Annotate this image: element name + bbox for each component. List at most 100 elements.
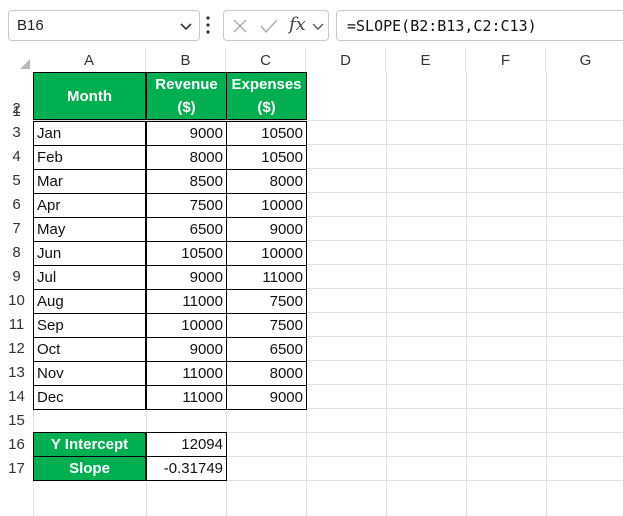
month-cell-value: Jul — [37, 269, 57, 286]
chevron-down-icon[interactable] — [179, 19, 193, 33]
slope-value: -0.31749 — [163, 460, 223, 477]
expenses-cell[interactable]: 10000 — [226, 241, 307, 266]
month-cell[interactable]: Jul — [33, 265, 146, 290]
month-cell[interactable]: Nov — [33, 361, 146, 386]
row-header-3[interactable]: 3 — [0, 120, 33, 144]
intercept-label-cell[interactable]: Y Intercept — [33, 432, 146, 457]
column-header-e[interactable]: E — [386, 48, 466, 72]
expenses-cell-value: 10000 — [261, 245, 303, 262]
column-header-g[interactable]: G — [546, 48, 623, 72]
row-header-6[interactable]: 6 — [0, 192, 33, 216]
row-header-2[interactable]: 2 — [0, 96, 33, 120]
expenses-cell-value: 7500 — [269, 293, 303, 310]
row-header-13[interactable]: 13 — [0, 360, 33, 384]
row-header-8[interactable]: 8 — [0, 240, 33, 264]
column-header-d[interactable]: D — [306, 48, 386, 72]
row-header-16[interactable]: 16 — [0, 432, 33, 456]
revenue-cell[interactable]: 11000 — [146, 361, 227, 386]
intercept-value-cell[interactable]: 12094 — [146, 432, 227, 457]
header-expenses[interactable]: Expenses ($) — [226, 72, 307, 120]
month-cell[interactable]: Mar — [33, 169, 146, 194]
column-header-b[interactable]: B — [146, 48, 226, 72]
expenses-cell[interactable]: 9000 — [226, 385, 307, 410]
header-month-label: Month — [67, 87, 112, 105]
row-header-11[interactable]: 11 — [0, 312, 33, 336]
expenses-cell[interactable]: 9000 — [226, 217, 307, 242]
month-cell[interactable]: Dec — [33, 385, 146, 410]
row-header-4[interactable]: 4 — [0, 144, 33, 168]
expenses-cell-value: 10000 — [261, 197, 303, 214]
revenue-cell[interactable]: 11000 — [146, 289, 227, 314]
revenue-cell[interactable]: 11000 — [146, 385, 227, 410]
month-cell[interactable]: Oct — [33, 337, 146, 362]
expenses-cell-value: 10500 — [261, 125, 303, 142]
month-cell[interactable]: Jan — [33, 121, 146, 146]
expenses-cell[interactable]: 11000 — [226, 265, 307, 290]
more-options-icon[interactable] — [205, 14, 211, 36]
slope-label-cell[interactable]: Slope — [33, 456, 146, 481]
cancel-icon[interactable] — [232, 18, 248, 34]
revenue-cell[interactable]: 6500 — [146, 217, 227, 242]
month-cell[interactable]: Jun — [33, 241, 146, 266]
gridline — [466, 72, 467, 516]
month-cell-value: Feb — [37, 149, 63, 166]
revenue-cell[interactable]: 7500 — [146, 193, 227, 218]
month-cell-value: Mar — [37, 173, 63, 190]
slope-label: Slope — [69, 460, 110, 477]
row-header-7[interactable]: 7 — [0, 216, 33, 240]
column-header-c[interactable]: C — [226, 48, 306, 72]
month-cell[interactable]: Apr — [33, 193, 146, 218]
revenue-cell[interactable]: 10000 — [146, 313, 227, 338]
expenses-cell[interactable]: 8000 — [226, 169, 307, 194]
header-expenses-line2: ($) — [257, 99, 276, 116]
check-icon[interactable] — [260, 18, 278, 34]
formula-input[interactable]: =SLOPE(B2:B13,C2:C13) — [336, 10, 623, 41]
revenue-cell[interactable]: 8500 — [146, 169, 227, 194]
row-header-15[interactable]: 15 — [0, 408, 33, 432]
row-header-14[interactable]: 14 — [0, 384, 33, 408]
expenses-cell-value: 7500 — [269, 317, 303, 334]
insert-function-icon[interactable]: fx — [289, 14, 306, 35]
expenses-cell-value: 6500 — [269, 341, 303, 358]
month-cell-value: Jun — [37, 245, 62, 262]
column-header-a[interactable]: A — [33, 48, 146, 72]
expenses-cell-value: 8000 — [269, 173, 303, 190]
row-header-17[interactable]: 17 — [0, 456, 33, 480]
chevron-down-icon[interactable] — [312, 20, 324, 32]
expenses-cell[interactable]: 8000 — [226, 361, 307, 386]
expenses-cell[interactable]: 10000 — [226, 193, 307, 218]
row-header-10[interactable]: 10 — [0, 288, 33, 312]
revenue-cell[interactable]: 9000 — [146, 337, 227, 362]
slope-value-cell[interactable]: -0.31749 — [146, 456, 227, 481]
month-cell-value: Oct — [37, 341, 61, 358]
header-revenue[interactable]: Revenue ($) — [146, 72, 227, 120]
expenses-cell[interactable]: 10500 — [226, 145, 307, 170]
header-revenue-line2: ($) — [177, 99, 196, 116]
month-cell-value: Apr — [37, 197, 61, 214]
month-cell[interactable]: May — [33, 217, 146, 242]
month-cell[interactable]: Aug — [33, 289, 146, 314]
name-box[interactable]: B16 — [8, 10, 200, 41]
expenses-cell-value: 8000 — [269, 365, 303, 382]
name-box-value: B16 — [17, 17, 44, 34]
expenses-cell[interactable]: 10500 — [226, 121, 307, 146]
revenue-cell[interactable]: 10500 — [146, 241, 227, 266]
revenue-cell-value: 9000 — [189, 269, 223, 286]
revenue-cell[interactable]: 9000 — [146, 121, 227, 146]
expenses-cell[interactable]: 7500 — [226, 313, 307, 338]
gridline — [546, 72, 547, 516]
select-all-corner[interactable] — [0, 48, 33, 72]
header-month[interactable]: Month — [33, 72, 146, 120]
month-cell[interactable]: Feb — [33, 145, 146, 170]
column-header-f[interactable]: F — [466, 48, 546, 72]
month-cell-value: Aug — [37, 293, 64, 310]
row-header-5[interactable]: 5 — [0, 168, 33, 192]
month-cell-value: Sep — [37, 317, 64, 334]
expenses-cell[interactable]: 7500 — [226, 289, 307, 314]
revenue-cell[interactable]: 9000 — [146, 265, 227, 290]
expenses-cell[interactable]: 6500 — [226, 337, 307, 362]
revenue-cell[interactable]: 8000 — [146, 145, 227, 170]
row-header-12[interactable]: 12 — [0, 336, 33, 360]
month-cell[interactable]: Sep — [33, 313, 146, 338]
row-header-9[interactable]: 9 — [0, 264, 33, 288]
